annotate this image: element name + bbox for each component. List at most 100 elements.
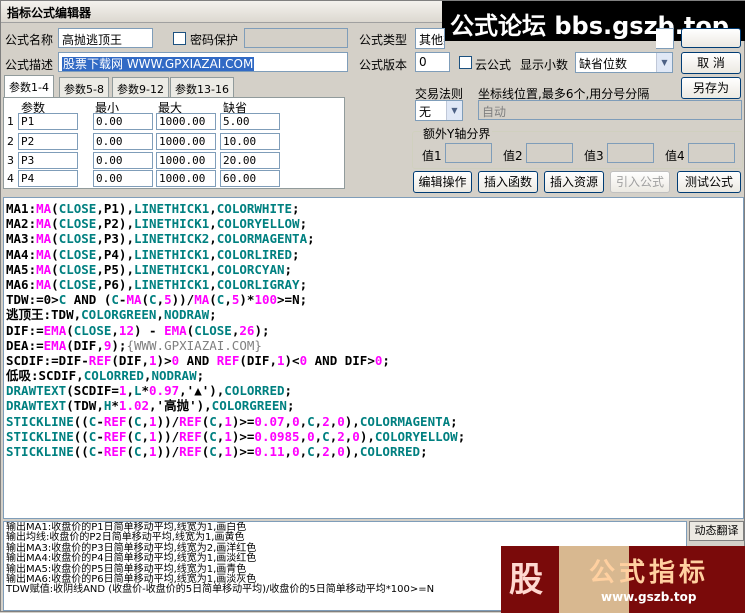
formula-name-input[interactable]: 高抛逃顶王	[58, 28, 153, 48]
code-line: MA4:MA(CLOSE,P4),LINETHICK1,COLORLIRED;	[6, 247, 743, 262]
code-token: (SCDIF=	[66, 383, 119, 399]
code-token: MA6:	[6, 276, 37, 292]
insert-resource-button[interactable]: 插入资源	[544, 171, 604, 193]
code-token: MA	[126, 292, 142, 308]
code-token: ,'高抛'),	[149, 398, 212, 414]
decimals-select[interactable]: 缺省位数 ▼	[575, 52, 673, 73]
code-token: (	[126, 413, 134, 429]
chevron-down-icon[interactable]: ▼	[656, 53, 672, 72]
tab-params-1-4[interactable]: 参数1-4	[4, 75, 54, 98]
code-token: COLORRED	[224, 383, 285, 399]
code-token: CLOSE	[58, 216, 97, 232]
formula-editor-window: 指标公式编辑器 公式论坛 bbs.gszb.top 公式名称 高抛逃顶王 密码保…	[0, 0, 745, 613]
param-name-input[interactable]: P4	[18, 170, 78, 187]
code-token: -	[96, 444, 104, 459]
v3-input[interactable]	[607, 143, 654, 163]
param-max-input[interactable]: 1000.00	[156, 152, 216, 169]
chevron-down-icon[interactable]: ▼	[446, 101, 462, 120]
code-token: C	[209, 428, 217, 444]
cloud-checkbox[interactable]	[459, 56, 472, 69]
param-min-input[interactable]: 0.00	[93, 133, 153, 150]
code-token: (	[209, 292, 217, 308]
watermark-glyph: 股	[509, 560, 543, 600]
code-token: C	[111, 292, 119, 308]
code-line: DEA:=EMA(DIF,9);{WWW.GPXIAZAI.COM}	[6, 338, 743, 353]
password-input[interactable]	[244, 28, 348, 48]
code-token: STICKLINE	[6, 428, 74, 444]
code-line: 低吸:SCDIF,COLORRED,NODRAW;	[6, 368, 743, 383]
code-token: REF	[179, 413, 202, 429]
ok-button[interactable]	[681, 28, 741, 48]
code-token: ;	[292, 201, 300, 216]
param-name-input[interactable]: P2	[18, 133, 78, 150]
code-token: REF	[103, 444, 127, 459]
v1-input[interactable]	[445, 143, 492, 163]
code-token: ,	[111, 322, 119, 338]
param-name-input[interactable]: P1	[18, 113, 78, 130]
param-max-input[interactable]: 1000.00	[156, 133, 216, 150]
password-checkbox[interactable]	[173, 32, 186, 45]
formula-code-editor[interactable]: MA1:MA(CLOSE,P1),LINETHICK1,COLORWHITE; M…	[3, 197, 744, 519]
dynamic-translate-button[interactable]: 动态翻译	[689, 521, 744, 541]
code-token: ;	[382, 352, 390, 368]
code-token: ,	[284, 444, 293, 459]
v4-input[interactable]	[688, 143, 735, 163]
code-token: COLORYELLOW	[216, 216, 300, 232]
code-token: STICKLINE	[6, 413, 74, 429]
code-token: LINETHICK1	[133, 276, 210, 292]
code-token: ,'▲'),	[179, 383, 225, 399]
v2-input[interactable]	[526, 143, 573, 163]
code-token: COLORMAGENTA	[359, 413, 451, 429]
code-token: C	[307, 444, 315, 459]
code-token: >=N;	[277, 292, 308, 308]
code-token: ))/	[156, 428, 180, 444]
insert-function-button[interactable]: 插入函数	[478, 171, 538, 193]
save-as-button[interactable]: 另存为	[681, 77, 741, 99]
code-token: LINETHICK1	[133, 201, 210, 216]
trade-rule-select[interactable]: 无 ▼	[415, 100, 463, 121]
code-token: 1	[224, 444, 232, 459]
code-token: CLOSE	[58, 246, 97, 262]
param-name-input[interactable]: P3	[18, 152, 78, 169]
code-line: STICKLINE((C-REF(C,1))/REF(C,1)>=0.11,0,…	[6, 444, 743, 459]
code-token: REF	[103, 428, 127, 444]
formula-desc-input[interactable]: 股票下载网 WWW.GPXIAZAI.COM	[58, 52, 348, 72]
window-title: 指标公式编辑器	[7, 6, 92, 20]
param-def-input[interactable]: 20.00	[220, 152, 280, 169]
code-token: C	[149, 292, 157, 308]
code-token: 0	[337, 413, 345, 429]
code-token: ,P1),	[96, 201, 134, 216]
code-token: DEA:=	[6, 337, 44, 353]
code-token: C	[209, 444, 217, 459]
version-input[interactable]: 0	[415, 52, 450, 72]
code-line: MA6:MA(CLOSE,P6),LINETHICK1,COLORLIGRAY;	[6, 277, 743, 292]
param-def-input[interactable]: 10.00	[220, 133, 280, 150]
axis-position-input[interactable]: 自动	[478, 100, 742, 120]
code-token: ,	[299, 444, 308, 459]
param-max-input[interactable]: 1000.00	[156, 170, 216, 187]
cancel-button[interactable]: 取 消	[681, 52, 741, 74]
code-token: 2	[322, 413, 330, 429]
edit-op-button[interactable]: 编辑操作	[413, 171, 472, 193]
formula-type-select[interactable]: 其他类	[415, 28, 445, 49]
param-min-input[interactable]: 0.00	[93, 152, 153, 169]
param-def-input[interactable]: 60.00	[220, 170, 280, 187]
param-min-input[interactable]: 0.00	[93, 170, 153, 187]
code-token: MA4:	[6, 246, 37, 262]
tab-params-9-12[interactable]: 参数9-12	[112, 77, 169, 97]
code-token: 0.11	[254, 444, 285, 459]
tab-params-13-16[interactable]: 参数13-16	[170, 77, 234, 97]
param-def-input[interactable]: 5.00	[220, 113, 280, 130]
test-formula-button[interactable]: 测试公式	[677, 171, 741, 193]
param-min-input[interactable]: 0.00	[93, 113, 153, 130]
import-formula-button[interactable]: 引入公式	[610, 171, 670, 193]
code-token: REF	[179, 444, 202, 459]
code-token: NODRAW	[151, 368, 197, 384]
watermark-text: 公式指标	[589, 558, 710, 588]
code-token: STICKLINE	[6, 444, 74, 459]
code-token: MA	[36, 201, 52, 216]
param-max-input[interactable]: 1000.00	[156, 113, 216, 130]
code-token: -	[96, 428, 104, 444]
code-token: ))/	[156, 444, 180, 459]
tab-params-5-8[interactable]: 参数5-8	[59, 77, 109, 97]
